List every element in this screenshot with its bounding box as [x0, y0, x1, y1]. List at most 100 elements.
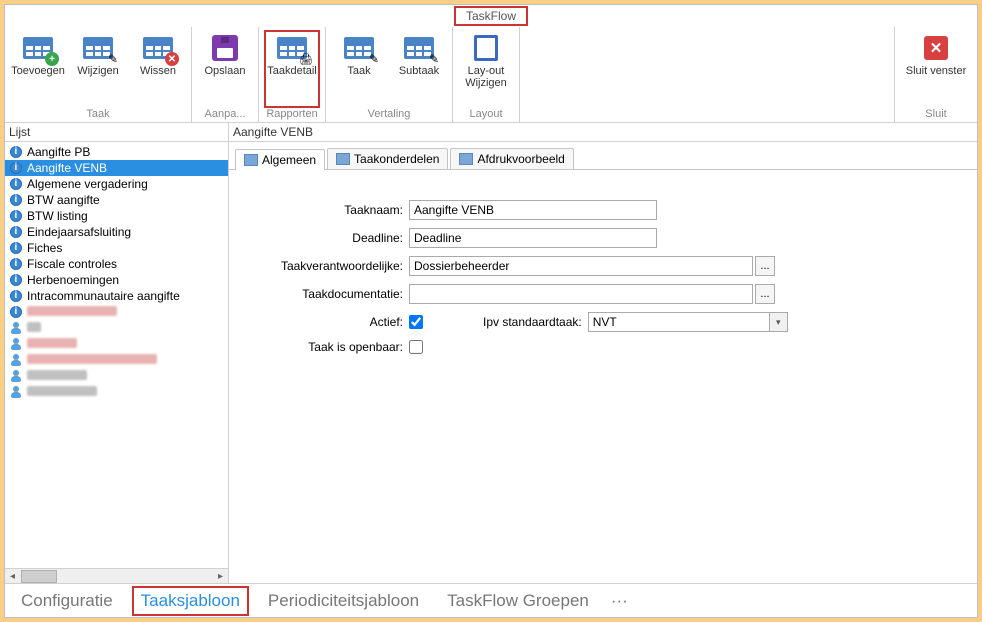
person-icon	[9, 385, 23, 399]
list-item-label: Fiscale controles	[27, 257, 117, 271]
verantwoordelijke-browse-button[interactable]: ...	[755, 256, 775, 276]
preview-icon	[459, 153, 473, 165]
tab-periodiciteitsjabloon[interactable]: Periodiciteitsjabloon	[262, 589, 425, 613]
tab-afdrukvoorbeeld[interactable]: Afdrukvoorbeeld	[450, 148, 573, 169]
more-tabs-icon[interactable]: ···	[611, 591, 628, 611]
person-icon	[9, 337, 23, 351]
globe-icon	[9, 241, 23, 255]
globe-icon	[9, 289, 23, 303]
list-item[interactable]	[5, 320, 228, 336]
tab-configuratie[interactable]: Configuratie	[15, 589, 119, 613]
person-icon	[9, 353, 23, 367]
list-item[interactable]	[5, 352, 228, 368]
documentatie-input[interactable]	[409, 284, 753, 304]
task-list[interactable]: Aangifte PB Aangifte VENB Algemene vergade…	[5, 142, 228, 568]
pencil-icon: ✎	[369, 52, 379, 66]
list-item-label: BTW aangifte	[27, 193, 100, 207]
documentatie-browse-button[interactable]: ...	[755, 284, 775, 304]
list-item[interactable]: Aangifte VENB	[5, 160, 228, 176]
actief-checkbox[interactable]	[409, 315, 423, 329]
layout-wijzigen-button[interactable]: Lay-out Wijzigen	[459, 31, 513, 107]
ribbon-group-layout: Lay-out Wijzigen Layout	[453, 27, 520, 122]
openbaar-checkbox[interactable]	[409, 340, 423, 354]
taak-vertaling-button[interactable]: ✎ Taak	[332, 31, 386, 107]
globe-icon	[9, 305, 23, 319]
wissen-button[interactable]: ✕ Wissen	[131, 31, 185, 107]
pencil-icon: ✎	[108, 52, 118, 66]
tab-taskflow-groepen[interactable]: TaskFlow Groepen	[441, 589, 595, 613]
taakdetail-button[interactable]: 🖨 Taakdetail	[265, 31, 319, 107]
list-item-label: Intracommunautaire aangifte	[27, 289, 180, 303]
list-item[interactable]: Herbenoemingen	[5, 272, 228, 288]
list-item[interactable]: BTW listing	[5, 208, 228, 224]
list-item[interactable]	[5, 384, 228, 400]
list-icon	[336, 153, 350, 165]
sub-tabs: Algemeen Taakonderdelen Afdrukvoorbeeld	[229, 142, 977, 170]
list-item-label: Aangifte VENB	[27, 161, 107, 175]
sluit-venster-button[interactable]: ✕ Sluit venster	[901, 31, 971, 107]
person-icon	[9, 369, 23, 383]
list-item[interactable]: Intracommunautaire aangifte	[5, 288, 228, 304]
delete-icon: ✕	[165, 52, 179, 66]
globe-icon	[9, 209, 23, 223]
deadline-input[interactable]	[409, 228, 657, 248]
verantwoordelijke-input[interactable]	[409, 256, 753, 276]
app-title: TaskFlow	[454, 6, 528, 26]
scroll-right-arrow-icon[interactable]: ▸	[213, 570, 228, 583]
bottom-tabs: Configuratie Taaksjabloon Periodiciteits…	[5, 583, 977, 617]
form-area: Taaknaam: Deadline: Taakverantwoordelijk…	[229, 170, 977, 583]
list-item[interactable]	[5, 368, 228, 384]
main-panel: Aangifte VENB Algemeen Taakonderdelen Af…	[229, 123, 977, 583]
ribbon-group-label: Taak	[86, 108, 109, 120]
list-item[interactable]	[5, 336, 228, 352]
standaardtaak-select[interactable]: NVT ▾	[588, 312, 788, 332]
save-icon	[212, 35, 238, 61]
tab-taaksjabloon[interactable]: Taaksjabloon	[135, 589, 246, 613]
list-item[interactable]: Fiscale controles	[5, 256, 228, 272]
list-item-label	[27, 321, 41, 335]
list-item-label: Herbenoemingen	[27, 273, 119, 287]
verantwoordelijke-label: Taakverantwoordelijke:	[249, 259, 409, 273]
list-item-label	[27, 385, 97, 399]
main-header: Aangifte VENB	[229, 123, 977, 142]
documentatie-label: Taakdocumentatie:	[249, 287, 409, 301]
ribbon-group-label: Rapporten	[266, 108, 317, 120]
taaknaam-input[interactable]	[409, 200, 657, 220]
list-item[interactable]: Aangifte PB	[5, 144, 228, 160]
list-item[interactable]: Algemene vergadering	[5, 176, 228, 192]
scroll-thumb[interactable]	[21, 570, 57, 583]
ribbon-toolbar: + Toevoegen ✎ Wijzigen ✕ Wissen Taak Ops	[5, 27, 977, 123]
form-icon	[244, 154, 258, 166]
horizontal-scrollbar[interactable]: ◂ ▸	[5, 568, 228, 583]
title-bar: TaskFlow	[5, 5, 977, 27]
opslaan-button[interactable]: Opslaan	[198, 31, 252, 107]
list-item-label: Algemene vergadering	[27, 177, 148, 191]
ribbon-group-label: Sluit	[925, 108, 946, 120]
pencil-icon: ✎	[429, 52, 439, 66]
actief-label: Actief:	[249, 315, 409, 329]
person-icon	[9, 321, 23, 335]
list-item[interactable]: BTW aangifte	[5, 192, 228, 208]
wijzigen-button[interactable]: ✎ Wijzigen	[71, 31, 125, 107]
tab-taakonderdelen[interactable]: Taakonderdelen	[327, 148, 448, 169]
globe-icon	[9, 225, 23, 239]
list-item[interactable]	[5, 304, 228, 320]
list-item[interactable]: Eindejaarsafsluiting	[5, 224, 228, 240]
chevron-down-icon[interactable]: ▾	[769, 313, 787, 331]
content-area: Lijst Aangifte PBAangifte VENBAlgemene v…	[5, 123, 977, 583]
deadline-label: Deadline:	[249, 231, 409, 245]
ribbon-group-taak: + Toevoegen ✎ Wijzigen ✕ Wissen Taak	[5, 27, 192, 122]
subtaak-vertaling-button[interactable]: ✎ Subtaak	[392, 31, 446, 107]
globe-icon	[9, 177, 23, 191]
toevoegen-button[interactable]: + Toevoegen	[11, 31, 65, 107]
tab-algemeen[interactable]: Algemeen	[235, 149, 325, 170]
globe-icon	[9, 161, 23, 175]
ribbon-group-label: Layout	[469, 108, 502, 120]
scroll-left-arrow-icon[interactable]: ◂	[5, 570, 20, 583]
list-item-label: Aangifte PB	[27, 145, 90, 159]
list-item[interactable]: Fiches	[5, 240, 228, 256]
ribbon-group-label: Aanpa...	[205, 108, 246, 120]
plus-icon: +	[45, 52, 59, 66]
ribbon-spacer	[520, 27, 895, 122]
list-item-label: Fiches	[27, 241, 62, 255]
